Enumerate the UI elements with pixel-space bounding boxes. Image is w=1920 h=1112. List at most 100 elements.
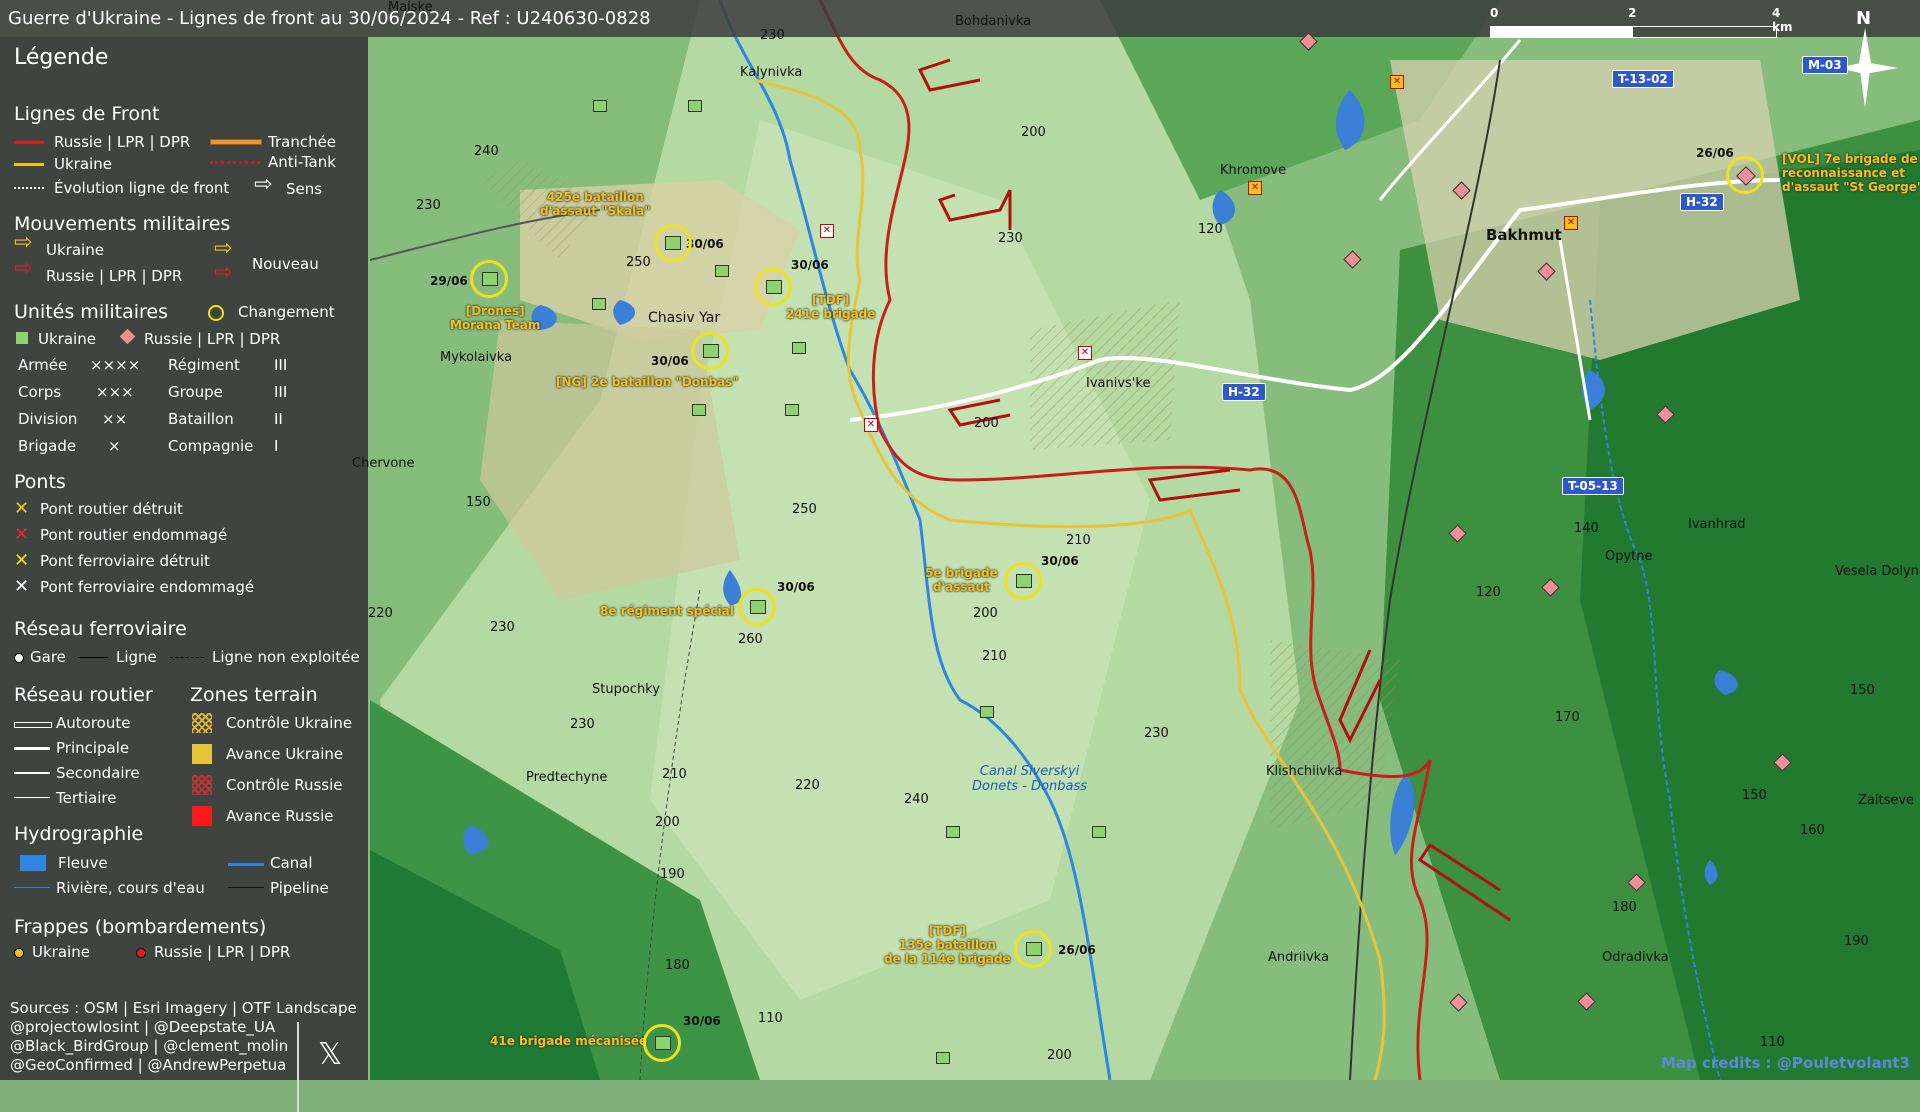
unit-label-morana[interactable]: [Drones] Morana Team	[450, 304, 540, 332]
terrain-item-4: Avance Russie	[226, 807, 334, 825]
ukraine-unit-marker[interactable]	[936, 1052, 950, 1064]
destroyed-bridge-icon[interactable]: ✕	[1564, 216, 1578, 230]
unit-label-241[interactable]: [TDF] 241e brigade	[786, 293, 875, 321]
ukraine-unit-marker[interactable]	[1092, 826, 1106, 838]
unit-label-8e[interactable]: 8e régiment spécial	[600, 604, 734, 618]
elevation-label: 200	[974, 416, 999, 431]
size-corps-symbol: ×××	[96, 383, 134, 401]
ukraine-unit-marker[interactable]	[946, 826, 960, 838]
pipeline-swatch	[228, 887, 264, 888]
unit-label-donbas[interactable]: [NG] 2e bataillon "Donbas"	[556, 375, 739, 389]
place-ivanivske: Ivanivs'ke	[1086, 376, 1151, 391]
elevation-label: 200	[1021, 125, 1046, 140]
change-circle-icon	[208, 305, 224, 321]
road-shield-t1302: T-13-02	[1612, 70, 1674, 88]
rail-bridge-destroyed-icon: ✕	[14, 550, 30, 571]
rail-heading: Réseau ferroviaire	[14, 618, 187, 640]
place-kalynivka: Kalynivka	[740, 65, 803, 80]
elevation-label: 200	[973, 606, 998, 621]
ukraine-unit-marker[interactable]	[1026, 942, 1042, 956]
damaged-bridge-icon[interactable]: ✕	[1078, 346, 1092, 360]
rail-unused-swatch	[170, 657, 204, 658]
ukraine-unit-marker[interactable]	[792, 342, 806, 354]
ukraine-unit-marker[interactable]	[593, 100, 607, 112]
size-company: Compagnie	[168, 437, 254, 455]
destroyed-bridge-icon[interactable]: ✕	[1248, 181, 1262, 195]
ukraine-unit-marker[interactable]	[688, 100, 702, 112]
size-battalion-symbol: II	[274, 410, 283, 428]
ukraine-line-swatch	[14, 163, 44, 166]
ukraine-unit-marker[interactable]	[655, 1036, 671, 1050]
river-swatch	[20, 855, 46, 871]
place-andriivka: Andriivka	[1268, 950, 1329, 965]
unit-label-135[interactable]: [TDF] 135e bataillon de la 114e brigade	[884, 924, 1011, 966]
damaged-bridge-icon[interactable]: ✕	[820, 224, 834, 238]
road-bridge-destroyed-icon: ✕	[14, 498, 30, 519]
sources-line-3: @Black_BirdGroup | @clement_molin	[10, 1037, 289, 1055]
place-stupochky: Stupochky	[592, 682, 660, 697]
elevation-label: 180	[1612, 900, 1637, 915]
elevation-label: 170	[1555, 710, 1580, 725]
ukraine-unit-marker[interactable]	[665, 236, 681, 250]
bridges-heading: Ponts	[14, 471, 66, 493]
elevation-label: 240	[474, 144, 499, 159]
unit-label-5e[interactable]: 5e brigade d'assaut	[925, 566, 998, 594]
ukraine-unit-marker[interactable]	[715, 265, 729, 277]
rail-bridge-damaged-icon: ✕	[14, 576, 30, 597]
ukraine-unit-marker[interactable]	[766, 280, 782, 294]
elevation-label: 190	[1844, 934, 1869, 949]
change-label: Changement	[238, 303, 335, 321]
strikes-heading: Frappes (bombardements)	[14, 916, 267, 938]
unit-label-skala[interactable]: 425e bataillon d'assaut "Skala"	[540, 190, 651, 218]
size-brigade-symbol: ×	[108, 437, 121, 455]
destroyed-bridge-icon[interactable]: ✕	[1390, 75, 1404, 89]
road-secondary-label: Secondaire	[56, 764, 140, 782]
station-icon	[14, 653, 24, 663]
elevation-label: 120	[1198, 222, 1223, 237]
front-lines-heading: Lignes de Front	[14, 103, 160, 125]
ukraine-unit-marker[interactable]	[1016, 574, 1032, 588]
damaged-bridge-icon[interactable]: ✕	[864, 418, 878, 432]
unit-date-7e: 26/06	[1696, 146, 1734, 160]
elevation-label: 150	[466, 495, 491, 510]
road-shield-h32-east: H-32	[1680, 193, 1724, 211]
strike-russia-label: Russie | LPR | DPR	[154, 943, 291, 961]
russia-move-arrow-icon: ⇨	[14, 256, 33, 281]
size-group: Groupe	[168, 383, 223, 401]
sources-line-1: Sources : OSM | Esri Imagery | OTF Lands…	[10, 999, 357, 1017]
elevation-label: 160	[1800, 823, 1825, 838]
road-shield-m03: M-03	[1802, 56, 1848, 74]
ukraine-unit-marker[interactable]	[750, 600, 766, 614]
elevation-label: 120	[1476, 585, 1501, 600]
place-ivanhrad: Ivanhrad	[1688, 517, 1746, 532]
direction-label: Sens	[286, 180, 323, 198]
sources-line-2: @projectowlosint | @Deepstate_UA	[10, 1018, 276, 1036]
secondary-road-swatch	[14, 772, 50, 774]
ukraine-unit-marker[interactable]	[692, 404, 706, 416]
russia-line-swatch	[14, 141, 44, 144]
ukraine-unit-marker[interactable]	[785, 404, 799, 416]
bridge-item-2: Pont routier endommagé	[40, 526, 228, 544]
stream-swatch	[14, 887, 50, 888]
size-division-symbol: ××	[102, 410, 128, 428]
ukraine-unit-marker[interactable]	[482, 272, 498, 286]
ukraine-advance-swatch	[192, 744, 212, 764]
rail-line-label: Ligne	[116, 648, 157, 666]
legend-title: Légende	[14, 45, 109, 70]
ukraine-strike-icon	[14, 948, 24, 958]
bridge-item-4: Pont ferroviaire endommagé	[40, 578, 255, 596]
ukraine-unit-marker[interactable]	[703, 344, 719, 358]
north-arrow: N	[1838, 8, 1908, 108]
hydro-heading: Hydrographie	[14, 823, 144, 845]
size-brigade: Brigade	[18, 437, 77, 455]
ukraine-unit-marker[interactable]	[592, 298, 606, 310]
unit-label-41[interactable]: 41e brigade mécanisée	[490, 1034, 647, 1048]
place-odradivka: Odradivka	[1602, 950, 1669, 965]
elevation-label: 200	[1047, 1048, 1072, 1063]
ukraine-unit-marker[interactable]	[980, 706, 994, 718]
ukraine-unit-icon	[16, 332, 28, 344]
road-bridge-damaged-icon: ✕	[14, 524, 30, 545]
hydro-canal-label: Canal	[270, 854, 313, 872]
x-logo-icon[interactable]: 𝕏	[318, 1037, 342, 1072]
unit-label-7e[interactable]: [VOL] 7e brigade de reconnaissance et d'…	[1782, 152, 1920, 194]
